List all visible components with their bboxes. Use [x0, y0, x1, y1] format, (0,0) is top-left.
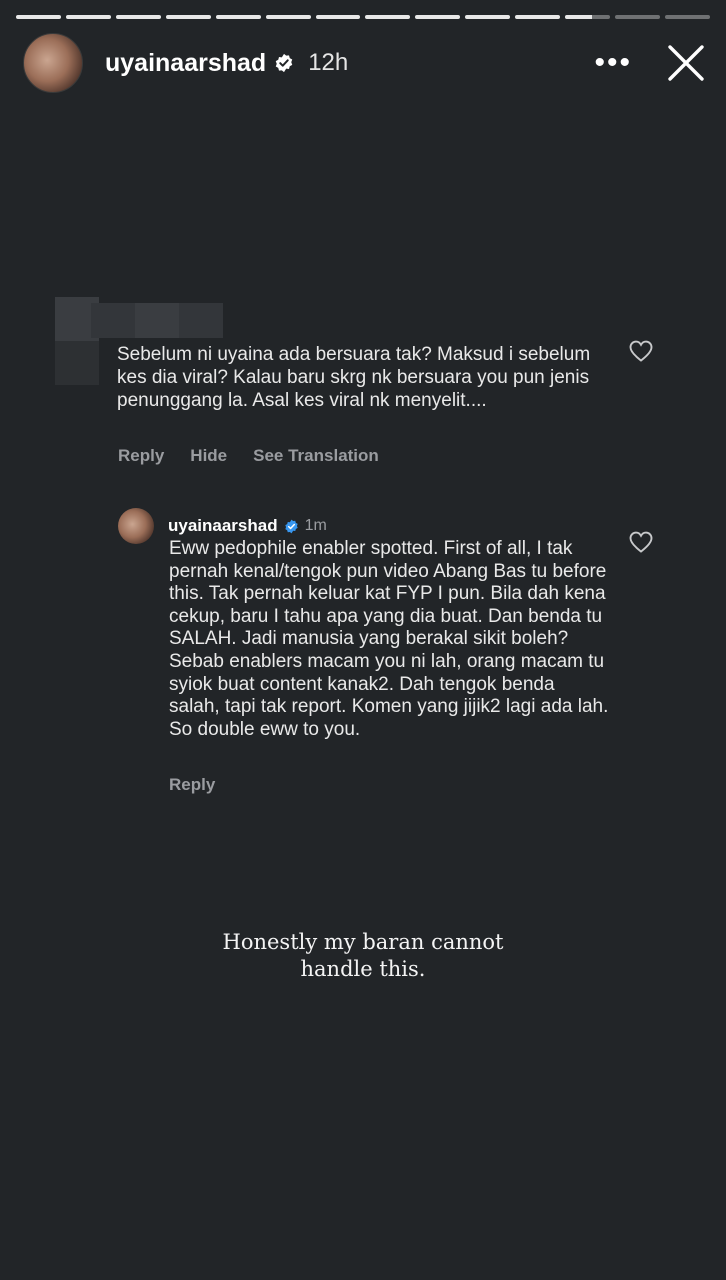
see-translation-button[interactable]: See Translation — [253, 446, 379, 466]
progress-segment — [16, 15, 61, 19]
story-header: uyainaarshad 12h ••• — [23, 33, 706, 93]
reply-actions: Reply — [169, 775, 215, 795]
verified-badge-icon — [284, 519, 298, 533]
progress-segment — [415, 15, 461, 19]
progress-segment — [315, 15, 361, 19]
reply-username[interactable]: uyainaarshad — [168, 516, 278, 536]
avatar[interactable] — [23, 33, 83, 93]
comment-actions: Reply Hide See Translation — [118, 446, 379, 466]
story-username[interactable]: uyainaarshad — [105, 49, 266, 78]
hide-button[interactable]: Hide — [190, 446, 227, 466]
more-icon[interactable]: ••• — [594, 48, 632, 78]
heart-icon[interactable] — [628, 339, 654, 363]
reply-button[interactable]: Reply — [169, 775, 215, 795]
progress-segment — [215, 15, 261, 19]
reply-time: 1m — [304, 517, 327, 534]
progress-segment — [365, 15, 411, 19]
reply-button[interactable]: Reply — [118, 446, 164, 466]
progress-segment — [465, 15, 511, 19]
caption-line-1: Honestly my baran cannot — [222, 930, 504, 954]
reply-text: Eww pedophile enabler spotted. First of … — [169, 538, 609, 740]
progress-segment — [115, 15, 161, 19]
caption-line-2: handle this. — [300, 957, 426, 981]
progress-segment — [265, 15, 311, 19]
story-progress-bar — [16, 15, 710, 19]
comment-text: Sebelum ni uyaina ada bersuara tak? Maks… — [117, 344, 591, 411]
progress-segment — [664, 15, 710, 19]
verified-badge-icon — [275, 53, 293, 73]
close-icon[interactable] — [666, 43, 706, 83]
progress-segment — [165, 15, 211, 19]
story-time: 12h — [308, 49, 349, 76]
progress-segment — [65, 15, 111, 19]
progress-segment — [565, 15, 611, 19]
progress-segment — [615, 15, 660, 19]
progress-segment — [515, 15, 561, 19]
reply-avatar[interactable] — [118, 508, 154, 544]
heart-icon[interactable] — [628, 530, 654, 554]
story-caption: Honestly my baran cannot handle this. — [0, 929, 726, 983]
